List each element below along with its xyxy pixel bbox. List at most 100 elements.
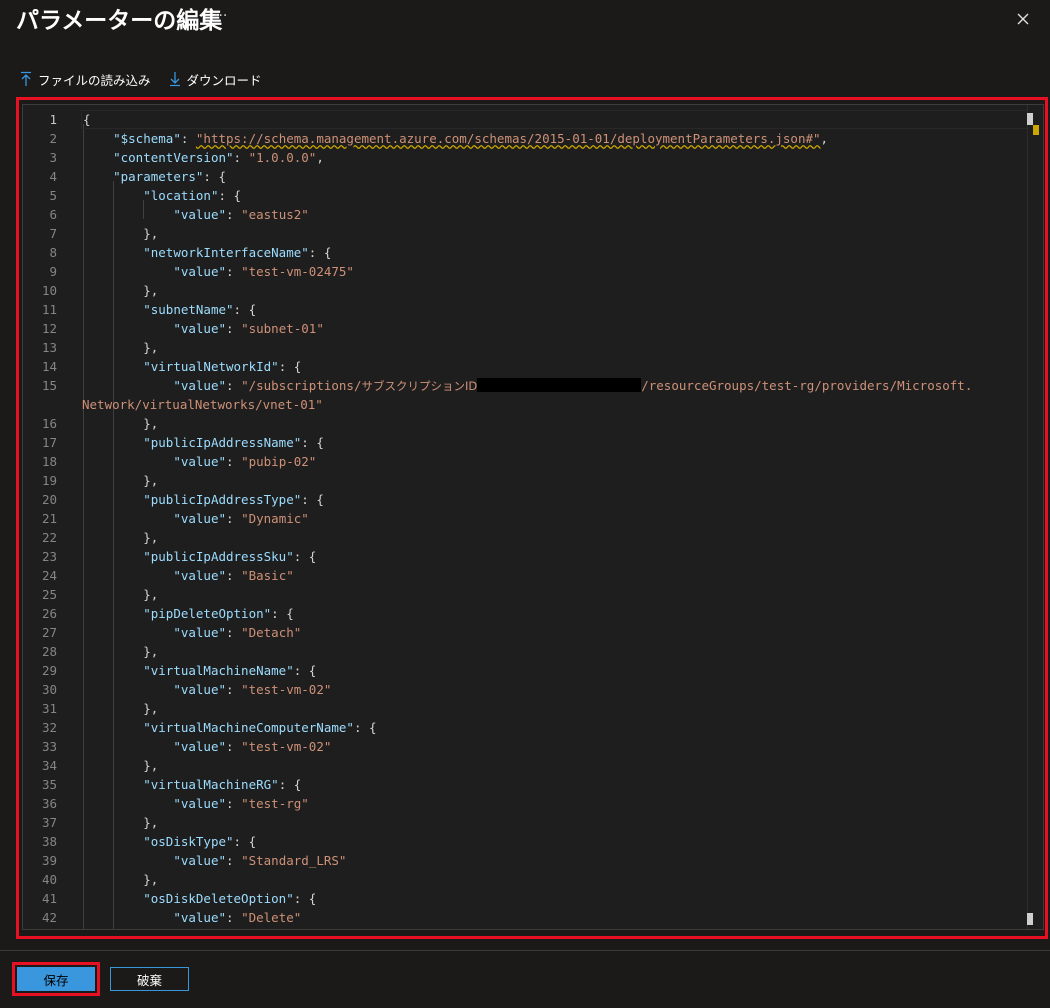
code-line: 3 "contentVersion": "1.0.0.0", [23,148,1043,167]
scrollbar-warning-marker [1033,125,1039,135]
discard-button[interactable]: 破棄 [110,967,189,991]
page-title: パラメーターの編集 [16,8,223,34]
code-line: 6 "value": "eastus2" [23,205,1043,224]
line-number: 10 [41,283,57,298]
code-line: 21 "value": "Dynamic" [23,509,1043,528]
code-line: 37 }, [23,813,1043,832]
code-line: 39 "value": "Standard_LRS" [23,851,1043,870]
line-number: 39 [41,853,57,868]
code-line: 27 "value": "Detach" [23,623,1043,642]
line-number: 7 [49,226,57,241]
editor-scrollbar[interactable] [1027,105,1042,929]
line-number: 42 [41,910,57,925]
line-number: 30 [41,682,57,697]
blade-header: パラメーターの編集 ··· [0,0,1050,50]
line-number: 2 [49,131,57,146]
line-number: 18 [41,454,57,469]
code-line: 25 }, [23,585,1043,604]
save-highlight-frame [12,962,100,996]
code-line: 1 { [23,110,1043,129]
code-line: 36 "value": "test-rg" [23,794,1043,813]
code-line: 35 "virtualMachineRG": { [23,775,1043,794]
download-button[interactable]: ダウンロード [169,70,262,89]
line-number: 19 [41,473,57,488]
line-number: 15 [41,378,57,393]
code-line: 24 "value": "Basic" [23,566,1043,585]
code-line: 38 "osDiskType": { [23,832,1043,851]
code-line: 22 }, [23,528,1043,547]
redacted-subscription-id [477,378,642,392]
line-number: 41 [41,891,57,906]
code-line: 18 "value": "pubip-02" [23,452,1043,471]
code-line: 4 "parameters": { [23,167,1043,186]
line-number: 31 [41,701,57,716]
upload-arrow-icon [21,71,31,86]
code-line: 16 }, [23,414,1043,433]
line-number: 25 [41,587,57,602]
download-label: ダウンロード [186,72,262,88]
more-options-button[interactable]: ··· [214,8,227,24]
line-number: 3 [49,150,57,165]
code-line: 19 }, [23,471,1043,490]
line-number: 34 [41,758,57,773]
schema-url: "https://schema.management.azure.com/sch… [195,131,821,146]
code-line: 33 "value": "test-vm-02" [23,737,1043,756]
scrollbar-thumb[interactable] [1027,113,1033,125]
json-code-editor[interactable]: 1 { 2 "$schema": "https://schema.managem… [22,104,1044,930]
line-number: 8 [49,245,57,260]
close-button[interactable] [1010,6,1036,32]
code-line: 9 "value": "test-vm-02475" [23,262,1043,281]
line-number: 12 [41,321,57,336]
line-number: 22 [41,530,57,545]
close-icon [1017,13,1029,25]
code-line: 2 "$schema": "https://schema.management.… [23,129,1043,148]
line-number: 14 [41,359,57,374]
code-line: 40 }, [23,870,1043,889]
line-number: 17 [41,435,57,450]
code-line: 12 "value": "subnet-01" [23,319,1043,338]
line-number: 5 [49,188,57,203]
code-line: 20 "publicIpAddressType": { [23,490,1043,509]
line-number: 4 [49,169,57,184]
line-number: 33 [41,739,57,754]
code-line: 17 "publicIpAddressName": { [23,433,1043,452]
line-number: 29 [41,663,57,678]
line-number: 6 [49,207,57,222]
code-line: 10 }, [23,281,1043,300]
line-number: 23 [41,549,57,564]
code-line: 42 "value": "Delete" [23,908,1043,927]
code-line: 8 "networkInterfaceName": { [23,243,1043,262]
footer-divider [0,950,1050,951]
toolbar: ファイルの読み込み ダウンロード [20,66,280,92]
scrollbar-bottom-marker [1027,913,1033,925]
code-line: 26 "pipDeleteOption": { [23,604,1043,623]
line-number: 37 [41,815,57,830]
upload-file-button[interactable]: ファイルの読み込み [20,70,151,89]
upload-file-label: ファイルの読み込み [38,72,151,88]
line-number: 27 [41,625,57,640]
code-line: 30 "value": "test-vm-02" [23,680,1043,699]
subscription-id-label: サブスクリプションID [361,379,478,393]
line-number: 26 [41,606,57,621]
code-line: 13 }, [23,338,1043,357]
line-number: 32 [41,720,57,735]
code-line: 34 }, [23,756,1043,775]
current-line-highlight [81,110,1029,129]
line-number: 16 [41,416,57,431]
code-line: 31 }, [23,699,1043,718]
code-line: 14 "virtualNetworkId": { [23,357,1043,376]
code-line: 29 "virtualMachineName": { [23,661,1043,680]
code-line: 11 "subnetName": { [23,300,1043,319]
line-number: 9 [49,264,57,279]
line-number: 28 [41,644,57,659]
code-line: 23 "publicIpAddressSku": { [23,547,1043,566]
code-line: 32 "virtualMachineComputerName": { [23,718,1043,737]
line-number: 11 [41,302,57,317]
line-number: 13 [41,340,57,355]
line-number: 20 [41,492,57,507]
line-number: 40 [41,872,57,887]
line-number: 21 [41,511,57,526]
line-number: 36 [41,796,57,811]
code-line: 5 "location": { [23,186,1043,205]
code-line: 15 "value": "/subscriptions/サブスクリプションID /… [23,376,1043,395]
